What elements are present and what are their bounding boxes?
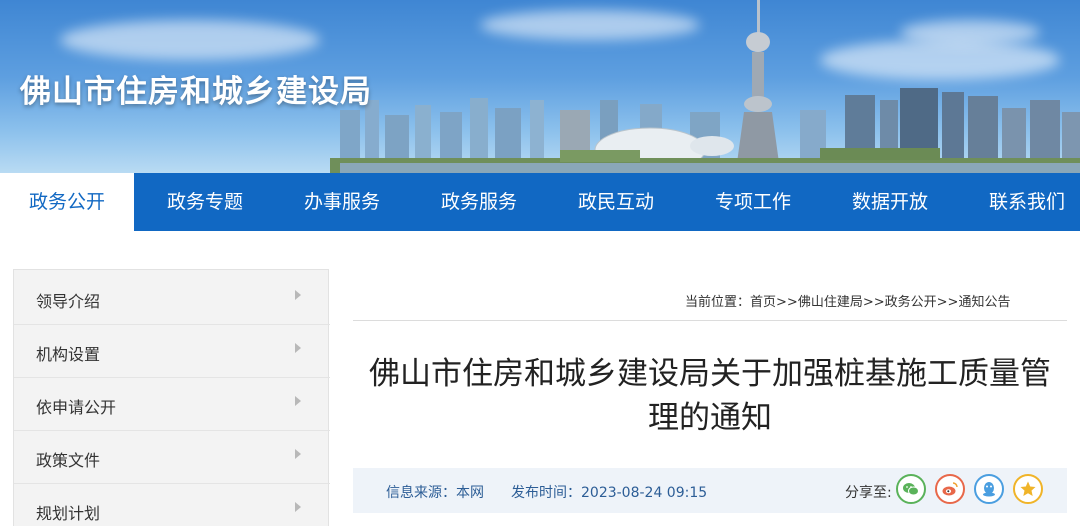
nav-item-gov-services[interactable]: 政务服务 xyxy=(419,173,539,231)
chevron-right-icon xyxy=(295,502,301,512)
breadcrumb-separator: >> xyxy=(936,295,959,310)
article-publish-time: 发布时间：2023-08-24 09:15 xyxy=(511,485,708,501)
nav-item-open-data[interactable]: 数据开放 xyxy=(830,173,950,231)
share-qq-button[interactable] xyxy=(974,474,1004,504)
main-nav: 政务公开 政务专题 办事服务 政务服务 政民互动 专项工作 数据开放 联系我们 xyxy=(0,173,1080,231)
weibo-icon xyxy=(942,482,958,496)
breadcrumb: 当前位置：首页>>佛山住建局>>政务公开>>通知公告 xyxy=(685,291,1010,310)
chevron-right-icon xyxy=(295,290,301,300)
sidebar-item-label: 依申请公开 xyxy=(36,398,117,417)
qq-icon xyxy=(983,482,995,497)
article-title: 佛山市住房和城乡建设局关于加强桩基施工质量管 理的通知 xyxy=(353,352,1067,440)
article-title-line: 理的通知 xyxy=(648,400,772,436)
share-weibo-button[interactable] xyxy=(935,474,965,504)
article-title-line: 佛山市住房和城乡建设局关于加强桩基施工质量管 xyxy=(369,356,1051,392)
sidebar-item-label: 政策文件 xyxy=(36,451,101,470)
sidebar: 领导介绍 机构设置 依申请公开 政策文件 规划计划 xyxy=(13,269,330,526)
sidebar-item-policy-docs[interactable]: 政策文件 xyxy=(14,431,330,484)
breadcrumb-gov-disclosure[interactable]: 政务公开 xyxy=(885,295,937,310)
nav-item-gov-disclosure[interactable]: 政务公开 xyxy=(0,173,134,231)
article-info-bar: 信息来源：本网 发布时间：2023-08-24 09:15 分享至: xyxy=(353,468,1067,513)
chevron-right-icon xyxy=(295,343,301,353)
share-wechat-button[interactable] xyxy=(896,474,926,504)
sidebar-item-plans[interactable]: 规划计划 xyxy=(14,484,330,526)
nav-item-gov-topics[interactable]: 政务专题 xyxy=(145,173,265,231)
sidebar-item-leaders[interactable]: 领导介绍 xyxy=(14,272,330,325)
breadcrumb-prefix: 当前位置： xyxy=(685,295,751,310)
sidebar-item-label: 机构设置 xyxy=(36,345,101,364)
qzone-star-icon xyxy=(1020,481,1036,496)
chevron-right-icon xyxy=(295,396,301,406)
breadcrumb-bureau[interactable]: 佛山住建局 xyxy=(798,295,863,310)
sidebar-item-request-disclosure[interactable]: 依申请公开 xyxy=(14,378,330,431)
breadcrumb-notices[interactable]: 通知公告 xyxy=(958,295,1010,310)
site-title: 佛山市住房和城乡建设局 xyxy=(20,74,372,110)
article-source: 信息来源：本网 xyxy=(386,485,484,501)
sidebar-item-label: 领导介绍 xyxy=(36,292,101,311)
nav-item-contact[interactable]: 联系我们 xyxy=(967,173,1080,231)
wechat-icon xyxy=(903,483,919,496)
share-label: 分享至: xyxy=(845,485,892,501)
sidebar-item-organization[interactable]: 机构设置 xyxy=(14,325,330,378)
breadcrumb-separator: >> xyxy=(776,295,798,310)
nav-item-services[interactable]: 办事服务 xyxy=(282,173,402,231)
divider xyxy=(353,320,1067,321)
nav-item-special-work[interactable]: 专项工作 xyxy=(693,173,813,231)
nav-item-interaction[interactable]: 政民互动 xyxy=(556,173,676,231)
sidebar-item-label: 规划计划 xyxy=(36,504,101,523)
site-banner: 佛山市住房和城乡建设局 xyxy=(0,0,1080,173)
chevron-right-icon xyxy=(295,449,301,459)
breadcrumb-separator: >> xyxy=(862,295,885,310)
share-qzone-button[interactable] xyxy=(1013,474,1043,504)
breadcrumb-home[interactable]: 首页 xyxy=(750,295,776,310)
